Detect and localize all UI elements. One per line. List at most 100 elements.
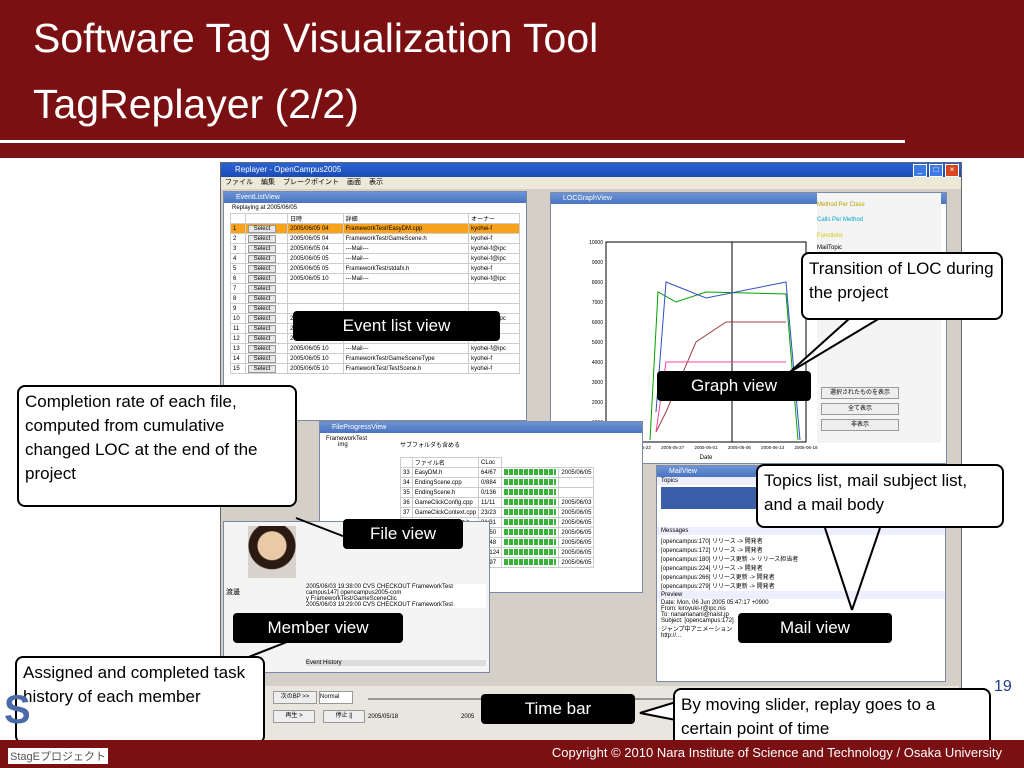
file-progress-cell [501,487,560,498]
file-date: 2005/06/05 [558,507,595,518]
play-button[interactable]: 再生 > [273,710,315,723]
subfolder-checkbox[interactable]: サブフォルダも含める [400,440,460,449]
select-button[interactable]: Select [247,324,276,333]
hide-button[interactable]: 非表示 [821,419,899,431]
file-row[interactable]: 37 GameClickContext.cpp 23/23 2005/06/05 [400,507,595,518]
check-calls-per-method[interactable]: Calls Per Method [817,217,863,223]
event-row[interactable]: 13 Select 2005/06/05 10 ---Mail--- kyohei-f@… [230,343,520,354]
slide-title-line2: TagReplayer (2/2) [33,81,359,127]
file-progress-cell [501,497,560,508]
time-bar-label: Time bar [481,694,635,724]
check-functions[interactable]: Functions [817,233,843,239]
event-row[interactable]: 3 Select 2005/06/05 04 ---Mail--- kyohei-f@i… [230,243,520,254]
close-icon[interactable]: × [945,164,959,177]
next-breakpoint-button[interactable]: 次のBP >> [273,691,317,704]
select-button[interactable]: Select [247,334,276,343]
select-button[interactable]: Select [247,304,276,313]
file-row[interactable]: 33 EasyDM.h 64/67 2005/06/05 [400,467,595,478]
select-button[interactable]: Select [247,244,276,253]
select-button[interactable]: Select [247,274,276,283]
completion-callout: Completion rate of each file, computed f… [17,385,297,507]
file-row[interactable]: 35 EndingScene.h 0/136 [400,487,595,498]
event-select-cell: Select [244,273,289,284]
select-button[interactable]: Select [247,364,276,373]
menu-item[interactable]: 表示 [369,177,383,189]
file-progress-cell [501,537,560,548]
message-item[interactable]: [opencampus:224] リリース -> 開発者 [661,563,941,572]
file-progress-bar [504,548,557,555]
event-row-number: 1 [230,223,246,234]
message-item[interactable]: [opencampus:170] リリース -> 開発者 [661,536,941,545]
select-button[interactable]: Select [247,344,276,353]
member-view-label: Member view [233,613,403,643]
message-list: [opencampus:170] リリース -> 開発者 [opencampus:… [657,535,945,591]
file-view-label: File view [343,519,463,549]
select-button[interactable]: Select [247,314,276,323]
file-cloc: 0/884 [478,477,503,488]
message-item[interactable]: [opencampus:266] リリース更新 -> 開発者 [661,572,941,581]
event-row[interactable]: 14 Select 2005/06/05 10 FrameworkTest/GameS… [230,353,520,364]
mail-topic-tab[interactable]: MailTopic [817,245,842,251]
event-row[interactable]: 7 Select [230,283,520,294]
member-name: 渡邊 [226,589,240,596]
select-button[interactable]: Select [247,234,276,243]
menu-item[interactable]: 編集 [261,177,275,189]
logo-mark: S [4,688,31,732]
stop-button[interactable]: 停止 || [323,710,365,723]
show-selected-button[interactable]: 選択されたものを表示 [821,387,899,399]
show-all-button[interactable]: 全て表示 [821,403,899,415]
menu-item[interactable]: ブレークポイント [283,177,339,189]
file-date: 2005/06/05 [558,517,595,528]
file-header-cell [400,457,413,468]
event-row[interactable]: 4 Select 2005/06/05 05 ---Mail--- kyohei-f@i… [230,253,520,264]
slide-footer: Copyright © 2010 Nara Institute of Scien… [0,740,1024,768]
select-button[interactable]: Select [247,284,276,293]
tree-node-img[interactable]: img [326,442,367,448]
event-select-cell: Select [244,363,289,374]
event-row[interactable]: 5 Select 2005/06/05 05 FrameworkTest/stdafx… [230,263,520,274]
graph-y-tick: 4000 [592,360,603,366]
graph-plot-area [605,241,807,443]
message-item[interactable]: [opencampus:172] リリース -> 開発者 [661,545,941,554]
event-detail: ---Mail--- [342,243,470,254]
menu-bar: ファイル 編集 ブレークポイント 画面 表示 [221,177,961,189]
select-button[interactable]: Select [247,254,276,263]
event-row[interactable]: 15 Select 2005/06/05 10 FrameworkTest/TestS… [230,363,520,374]
graph-x-tick: 2005-06-06 [728,445,752,450]
file-progress-bar [504,488,557,495]
member-history: 2005/06/03 19:38:00 CVS CHECKOUT Framewo… [306,584,486,608]
message-item[interactable]: [opencampus:180] リリース更新 -> リリース担当者 [661,554,941,563]
graph-y-tick: 7000 [592,300,603,306]
file-date: 2005/06/05 [558,467,595,478]
menu-item[interactable]: 画面 [347,177,361,189]
event-row[interactable]: 8 Select [230,293,520,304]
select-button[interactable]: Select [247,354,276,363]
maximize-icon[interactable]: □ [929,164,943,177]
message-item[interactable]: [opencampus:279] リリース更新 -> 開発者 [661,581,941,590]
event-detail: FrameworkTest/stdafx.h [342,263,470,274]
event-detail: FrameworkTest/TestScene.h [342,363,470,374]
file-progress-bar [504,508,557,515]
check-method-per-class[interactable]: Method Per Class [817,202,865,208]
stage-logo: S StagEプロジェクト [4,688,124,768]
event-row[interactable]: 6 Select 2005/06/05 10 ---Mail--- kyohei-f@i… [230,273,520,284]
menu-item[interactable]: ファイル [225,177,253,189]
file-row[interactable]: 34 EndingScene.cpp 0/884 [400,477,595,488]
event-row[interactable]: 1 Select 2005/06/05 04 FrameworkTest/EasyDM… [230,223,520,234]
select-button[interactable]: Select [247,294,276,303]
slider-callout: By moving slider, replay goes to a certa… [673,688,991,748]
file-row[interactable]: 36 GameClickConfig.cpp 11/11 2005/06/03 [400,497,595,508]
graph-y-tick: 5000 [592,340,603,346]
file-tree: FrameworkTest img [326,436,367,448]
event-date: 2005/06/05 10 [287,363,344,374]
minimize-icon[interactable]: _ [913,164,927,177]
event-select-cell: Select [244,313,289,324]
file-date: 2005/06/05 [558,537,595,548]
select-button[interactable]: Select [247,224,276,233]
event-row[interactable]: 2 Select 2005/06/05 04 FrameworkTest/GameSc… [230,233,520,244]
speed-select[interactable]: Normal [319,691,353,704]
select-button[interactable]: Select [247,264,276,273]
file-name: EndingScene.cpp [411,477,480,488]
event-owner: kyohei-f@ipc [468,273,520,284]
event-header-cell [244,213,289,224]
